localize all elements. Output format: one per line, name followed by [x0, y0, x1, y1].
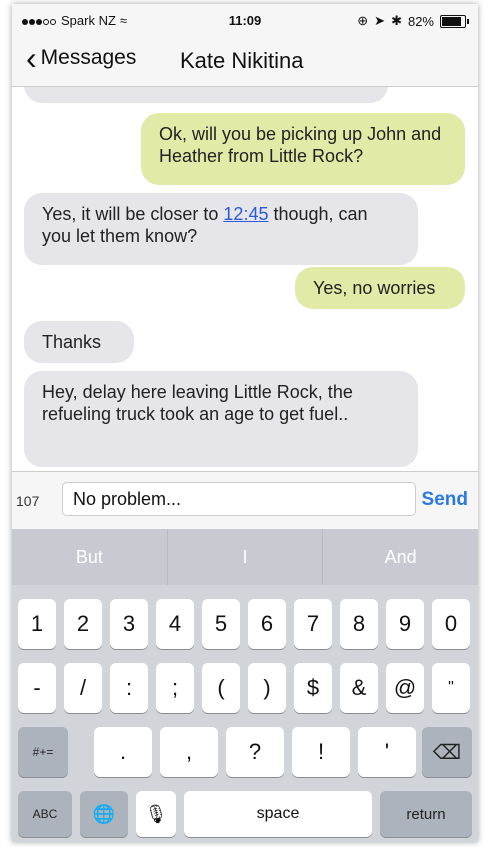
- predictive-bar: But I And: [12, 529, 478, 585]
- key-close-paren[interactable]: ): [248, 663, 286, 713]
- message-bubble[interactable]: Yes, it will be closer to 12:45 though, …: [24, 193, 418, 265]
- backspace-icon: ⌫: [432, 741, 462, 764]
- key-period[interactable]: .: [94, 727, 152, 777]
- message-bubble[interactable]: Ok, will you be picking up John and Heat…: [141, 113, 465, 185]
- key-at[interactable]: @: [386, 663, 424, 713]
- key-8[interactable]: 8: [340, 599, 378, 649]
- battery-icon: [440, 14, 469, 28]
- key-semicolon[interactable]: ;: [156, 663, 194, 713]
- prediction-3[interactable]: And: [322, 529, 478, 585]
- message-text: Yes, it will be closer to: [42, 204, 224, 224]
- space-key[interactable]: space: [184, 791, 372, 837]
- key-slash[interactable]: /: [64, 663, 102, 713]
- navigation-bar: ‹ Messages Kate Nikitina: [12, 36, 478, 87]
- key-quote[interactable]: ": [432, 663, 470, 713]
- key-dollar[interactable]: $: [294, 663, 332, 713]
- message-input[interactable]: No problem...: [62, 482, 416, 516]
- symbols-key[interactable]: #+=: [18, 727, 68, 777]
- microphone-icon: 🎙: [144, 803, 168, 824]
- chevron-left-icon: ‹: [26, 40, 37, 76]
- abc-key[interactable]: ABC: [18, 791, 72, 837]
- key-7[interactable]: 7: [294, 599, 332, 649]
- prediction-1[interactable]: But: [12, 529, 167, 585]
- send-button[interactable]: Send: [422, 489, 468, 511]
- conversation-title: Kate Nikitina: [180, 48, 304, 73]
- key-5[interactable]: 5: [202, 599, 240, 649]
- keyboard: 1 2 3 4 5 6 7 8 9 0 - / : ; ( ) $ & @ " …: [12, 585, 478, 842]
- phone-screen: Spark NZ ≈ 11:09 ⊕ ➤ ✱ 82% ‹ Messages Ka…: [12, 4, 478, 842]
- globe-key[interactable]: 🌐: [80, 791, 128, 837]
- key-2[interactable]: 2: [64, 599, 102, 649]
- message-partial-top: [24, 87, 388, 103]
- key-0[interactable]: 0: [432, 599, 470, 649]
- status-right: ⊕ ➤ ✱ 82%: [357, 13, 469, 29]
- message-thread[interactable]: Ok, will you be picking up John and Heat…: [12, 87, 478, 471]
- character-count: 107: [16, 493, 40, 509]
- key-1[interactable]: 1: [18, 599, 56, 649]
- bluetooth-icon: ✱: [391, 13, 402, 28]
- back-button[interactable]: ‹ Messages: [26, 40, 137, 76]
- return-key[interactable]: return: [380, 791, 472, 837]
- key-colon[interactable]: :: [110, 663, 148, 713]
- key-9[interactable]: 9: [386, 599, 424, 649]
- message-bubble[interactable]: Thanks: [24, 321, 134, 363]
- key-hyphen[interactable]: -: [18, 663, 56, 713]
- location-icon: ➤: [374, 13, 386, 28]
- globe-icon: 🌐: [92, 803, 116, 824]
- key-ampersand[interactable]: &: [340, 663, 378, 713]
- key-apostrophe[interactable]: ': [358, 727, 416, 777]
- dictation-key[interactable]: 🎙: [136, 791, 176, 837]
- back-label: Messages: [40, 46, 137, 69]
- prediction-2[interactable]: I: [166, 529, 323, 585]
- key-6[interactable]: 6: [248, 599, 286, 649]
- key-3[interactable]: 3: [110, 599, 148, 649]
- battery-percent: 82%: [407, 13, 434, 29]
- key-comma[interactable]: ,: [160, 727, 218, 777]
- key-open-paren[interactable]: (: [202, 663, 240, 713]
- message-bubble[interactable]: Hey, delay here leaving Little Rock, the…: [24, 371, 418, 467]
- key-question[interactable]: ?: [226, 727, 284, 777]
- key-4[interactable]: 4: [156, 599, 194, 649]
- message-bubble[interactable]: Yes, no worries: [295, 267, 465, 309]
- status-bar: Spark NZ ≈ 11:09 ⊕ ➤ ✱ 82%: [12, 4, 478, 36]
- composer-bar: 107 No problem... Send: [12, 471, 478, 530]
- time-link[interactable]: 12:45: [223, 204, 268, 224]
- lock-rotation-icon: ⊕: [357, 13, 369, 28]
- delete-key[interactable]: ⌫: [422, 727, 472, 777]
- key-exclamation[interactable]: !: [292, 727, 350, 777]
